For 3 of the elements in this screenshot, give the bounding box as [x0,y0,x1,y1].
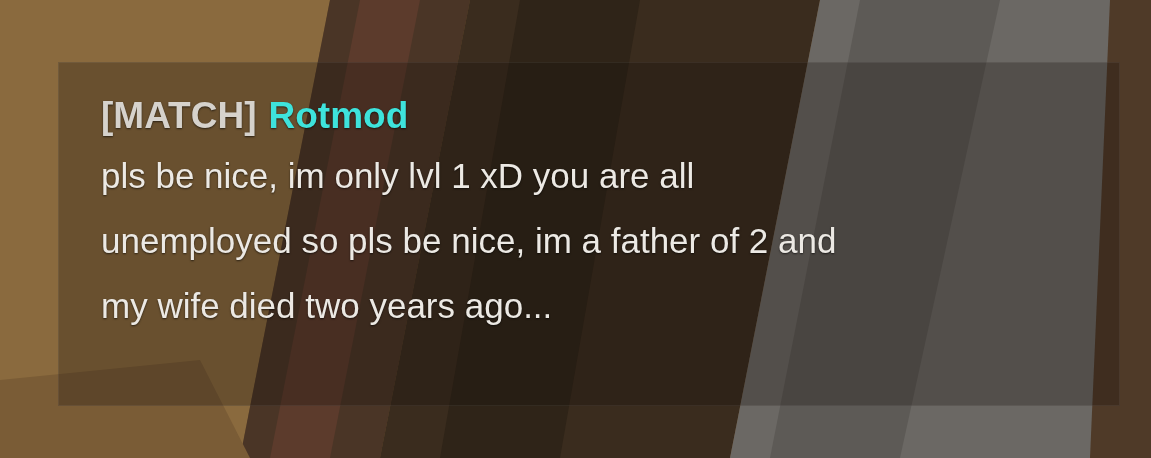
channel-tag: [MATCH] [101,93,257,139]
chat-message: pls be nice, im only lvl 1 xD you are all unemployed so pls be nice, im a father of 2 and my wife died two years ago... [101,155,838,327]
sender-name: Rotmod [268,94,409,138]
